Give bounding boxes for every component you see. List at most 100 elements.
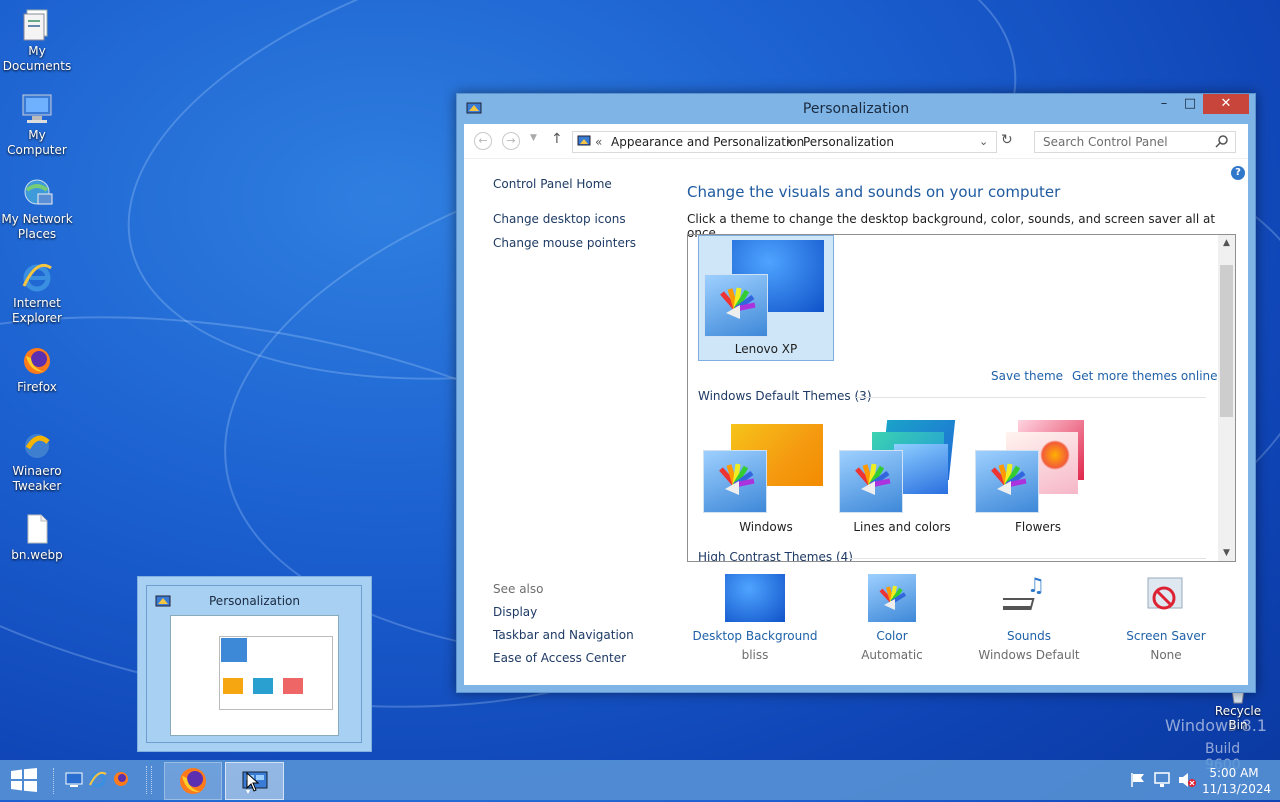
maximize-button[interactable]: □ xyxy=(1176,94,1204,114)
theme-lines-and-colors[interactable]: Lines and colors xyxy=(834,420,970,540)
color-title: Color xyxy=(876,629,908,643)
save-theme-link[interactable]: Save theme xyxy=(991,369,1063,383)
screen-saver-item[interactable]: Screen Saver None xyxy=(1096,574,1236,662)
forward-arrow-icon[interactable]: → xyxy=(502,132,520,150)
default-themes-group-label[interactable]: Windows Default Themes (3) xyxy=(698,389,872,403)
color-palette-icon xyxy=(703,450,767,513)
desktop-icon-bn-webp[interactable]: bn.webp xyxy=(0,512,74,563)
start-button[interactable] xyxy=(10,768,38,792)
address-dropdown-icon[interactable]: ⌄ xyxy=(979,135,988,148)
desktop-icon-my-computer[interactable]: My Computer xyxy=(0,92,74,158)
control-panel-home-link[interactable]: Control Panel Home xyxy=(493,177,612,191)
get-more-themes-link[interactable]: Get more themes online xyxy=(1072,369,1218,383)
personalization-window: Personalization – □ ✕ ← → ▼ ↑ « Appearan… xyxy=(456,93,1256,693)
windows-logo-icon xyxy=(11,768,37,792)
page-heading: Change the visuals and sounds on your co… xyxy=(687,183,1061,201)
desktop-icon-firefox[interactable]: Firefox xyxy=(0,344,74,395)
high-contrast-group-label[interactable]: High Contrast Themes (4) xyxy=(698,550,853,561)
firefox-quicklaunch-icon[interactable] xyxy=(112,770,130,791)
taskbar-navigation-link[interactable]: Taskbar and Navigation xyxy=(493,628,634,642)
action-center-flag-icon[interactable] xyxy=(1130,773,1146,790)
breadcrumb-personalization[interactable]: Personalization xyxy=(803,135,894,149)
clock-date: 11/13/2024 xyxy=(1202,782,1272,796)
minimize-button[interactable]: – xyxy=(1150,94,1178,114)
preview-window-miniature xyxy=(170,615,339,736)
theme-label: Lines and colors xyxy=(853,520,951,534)
desktop-icon-label: Winaero xyxy=(12,464,62,478)
sounds-item[interactable]: ♫ Sounds Windows Default xyxy=(959,573,1099,662)
breadcrumb-appearance[interactable]: Appearance and Personalization xyxy=(611,135,804,149)
title-bar[interactable]: Personalization – □ ✕ xyxy=(457,94,1255,124)
taskbar-thumbnail-preview[interactable]: Personalization xyxy=(137,576,372,752)
refresh-icon[interactable]: ↻ xyxy=(1001,132,1013,148)
volume-muted-icon[interactable] xyxy=(1178,772,1196,791)
desktop-icon-network-places[interactable]: My Network Places xyxy=(0,176,74,242)
breadcrumb-separator[interactable]: ▸ xyxy=(788,136,793,147)
firefox-icon xyxy=(180,768,206,794)
theme-windows[interactable]: Windows xyxy=(698,420,834,540)
back-arrow-icon[interactable]: ← xyxy=(474,132,492,150)
firefox-icon xyxy=(20,344,54,378)
clock[interactable]: 5:00 AM 11/13/2024 xyxy=(1202,765,1272,797)
recycle-bin-label: Recycle Bin xyxy=(1214,704,1262,732)
desktop-icon-internet-explorer[interactable]: Internet Explorer xyxy=(0,260,74,326)
up-arrow-icon[interactable]: ↑ xyxy=(551,131,563,147)
window-client: ← → ▼ ↑ « Appearance and Personalization… xyxy=(464,124,1248,685)
my-computer-icon xyxy=(20,92,54,126)
help-icon[interactable]: ? xyxy=(1231,166,1245,180)
internet-explorer-quicklaunch-icon[interactable] xyxy=(89,770,107,791)
color-palette-icon xyxy=(704,274,768,337)
mini-theme-thumb xyxy=(221,638,247,662)
desktop-icon-label: bn.webp xyxy=(11,548,63,562)
change-desktop-icons-link[interactable]: Change desktop icons xyxy=(493,212,626,226)
desktop-icon-recycle-bin[interactable]: Recycle Bin xyxy=(1206,688,1270,732)
ease-of-access-link[interactable]: Ease of Access Center xyxy=(493,651,626,665)
screen-saver-value: None xyxy=(1150,648,1182,662)
sounds-value: Windows Default xyxy=(978,648,1080,662)
theme-label: Flowers xyxy=(1015,520,1061,534)
desktop-icon-winaero-tweaker[interactable]: Winaero Tweaker xyxy=(0,428,74,494)
desktop-background-item[interactable]: Desktop Background bliss xyxy=(685,574,825,662)
desktop-icon-label: My Network xyxy=(1,212,73,226)
desktop-icon-label: Firefox xyxy=(17,380,57,394)
close-button[interactable]: ✕ xyxy=(1203,94,1249,114)
desktop-icon-label: Computer xyxy=(7,143,67,157)
sounds-icon: ♫ xyxy=(997,573,1055,622)
taskbar-firefox-button[interactable] xyxy=(164,762,222,800)
theme-list-scrollbar[interactable]: ▲ ▼ xyxy=(1218,235,1235,561)
theme-flowers[interactable]: Flowers xyxy=(970,420,1106,540)
scrollbar-thumb[interactable] xyxy=(1220,265,1233,417)
theme-lenovo-xp[interactable]: Lenovo XP xyxy=(698,235,834,361)
recent-pages-chevron-icon[interactable]: ▼ xyxy=(530,133,537,143)
clock-time: 5:00 AM xyxy=(1209,766,1259,780)
desktop-background-icon xyxy=(725,574,785,622)
show-desktop-quicklaunch-icon[interactable] xyxy=(65,771,83,792)
file-icon xyxy=(20,512,54,546)
address-overflow-chevrons[interactable]: « xyxy=(595,135,602,149)
search-input[interactable]: Search Control Panel xyxy=(1034,131,1236,153)
scroll-down-arrow-icon[interactable]: ▼ xyxy=(1218,545,1235,561)
preview-title: Personalization xyxy=(209,594,300,608)
desktop-icon-label: Documents xyxy=(2,59,72,73)
change-mouse-pointers-link[interactable]: Change mouse pointers xyxy=(493,236,636,250)
display-link[interactable]: Display xyxy=(493,605,537,619)
search-placeholder: Search Control Panel xyxy=(1043,135,1168,149)
scroll-up-arrow-icon[interactable]: ▲ xyxy=(1218,235,1235,251)
desktop-icon-label: Places xyxy=(17,227,57,241)
see-also-heading: See also xyxy=(493,582,544,596)
screen-saver-title: Screen Saver xyxy=(1126,629,1206,643)
address-bar[interactable]: « Appearance and Personalization ▸ Perso… xyxy=(572,131,997,153)
svg-text:♫: ♫ xyxy=(1027,574,1045,597)
color-palette-icon xyxy=(975,450,1039,513)
taskbar-divider xyxy=(53,768,57,794)
mouse-cursor-icon xyxy=(246,771,260,795)
network-icon[interactable] xyxy=(1154,772,1172,791)
navigation-bar: ← → ▼ ↑ « Appearance and Personalization… xyxy=(464,124,1248,159)
theme-list: Lenovo XP Save theme Get more themes onl… xyxy=(687,234,1236,562)
group-divider xyxy=(848,558,1206,559)
group-divider xyxy=(856,397,1206,398)
color-value: Automatic xyxy=(861,648,923,662)
desktop-icon-label: Internet xyxy=(13,296,61,310)
color-item[interactable]: Color Automatic xyxy=(822,574,962,662)
desktop-icon-my-documents[interactable]: My Documents xyxy=(0,8,74,74)
